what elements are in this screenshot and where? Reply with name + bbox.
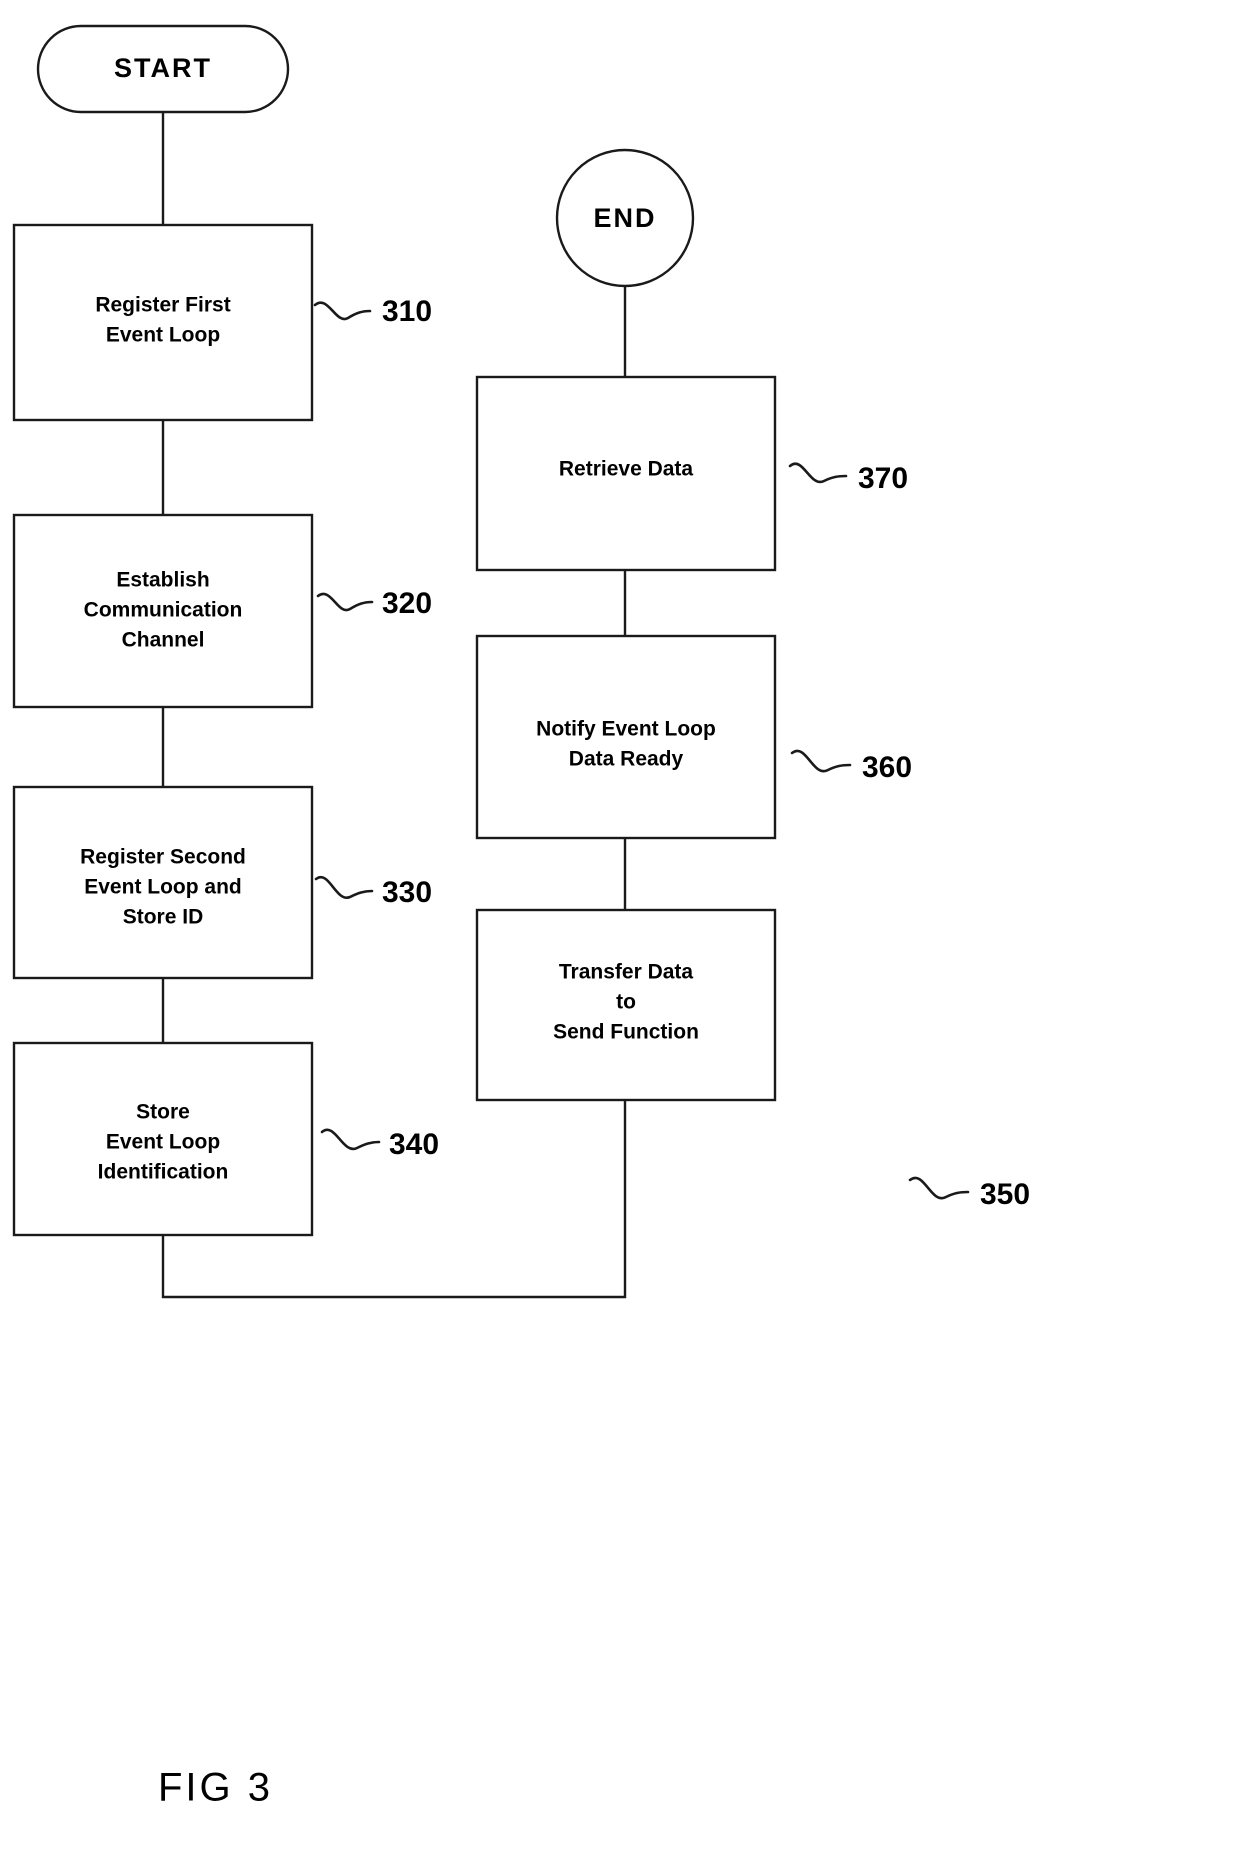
node-330-line-2: Event Loop and — [84, 876, 242, 899]
start-terminal-label: START — [114, 53, 212, 83]
leader-line-330 — [314, 875, 374, 899]
process-node-310: Register First Event Loop — [12, 223, 314, 422]
leader-line-320 — [316, 592, 374, 612]
node-340-line-1: Store — [136, 1101, 190, 1124]
process-node-370: Retrieve Data — [475, 375, 777, 572]
node-310-line-2: Event Loop — [106, 324, 220, 347]
reference-number-330: 330 — [382, 876, 432, 909]
reference-number-320: 320 — [382, 587, 432, 620]
reference-callout-370: 370 — [788, 462, 908, 495]
node-320-line-1: Establish — [116, 569, 209, 592]
node-320-line-3: Channel — [122, 629, 205, 652]
reference-callout-350: 350 — [908, 1176, 1030, 1211]
node-310-box — [12, 223, 314, 422]
node-370-line-1: Retrieve Data — [559, 458, 694, 481]
reference-callout-320: 320 — [316, 587, 432, 620]
reference-callout-340: 340 — [320, 1128, 439, 1161]
node-340-line-2: Event Loop — [106, 1131, 220, 1154]
process-node-350: Transfer Data to Send Function — [475, 908, 777, 1102]
node-360-line-1: Notify Event Loop — [536, 718, 716, 741]
reference-callout-360: 360 — [790, 749, 912, 784]
node-330-line-1: Register Second — [80, 846, 246, 869]
reference-number-350: 350 — [980, 1178, 1030, 1211]
figure-caption: FIG 3 — [158, 1766, 273, 1810]
terminal-end: END — [555, 148, 695, 288]
node-330-line-3: Store ID — [123, 906, 204, 929]
leader-line-350 — [908, 1176, 970, 1200]
figure-page: START END Register First Event Loop 310 … — [0, 0, 1240, 1850]
terminal-start: START — [36, 24, 290, 114]
node-350-line-1: Transfer Data — [559, 961, 694, 984]
reference-number-340: 340 — [389, 1128, 439, 1161]
leader-line-360 — [790, 749, 852, 773]
leader-line-310 — [313, 301, 372, 321]
reference-number-360: 360 — [862, 751, 912, 784]
reference-number-310: 310 — [382, 295, 432, 328]
process-node-340: Store Event Loop Identification — [12, 1041, 314, 1237]
leader-line-370 — [788, 462, 848, 484]
reference-callout-310: 310 — [313, 295, 432, 328]
process-node-320: Establish Communication Channel — [12, 513, 314, 709]
node-360-line-2: Data Ready — [569, 748, 684, 771]
end-terminal-label: END — [593, 203, 656, 233]
process-node-360: Notify Event Loop Data Ready — [475, 634, 777, 840]
node-320-line-2: Communication — [84, 599, 243, 622]
flowchart-diagram: START END Register First Event Loop 310 … — [12, 24, 1030, 1810]
reference-callout-330: 330 — [314, 875, 432, 909]
leader-line-340 — [320, 1128, 381, 1151]
process-node-330: Register Second Event Loop and Store ID — [12, 785, 314, 980]
node-350-line-2: to — [616, 991, 636, 1014]
node-350-line-3: Send Function — [553, 1021, 699, 1044]
node-340-line-3: Identification — [98, 1161, 229, 1184]
reference-number-370: 370 — [858, 462, 908, 495]
node-310-line-1: Register First — [95, 294, 230, 317]
